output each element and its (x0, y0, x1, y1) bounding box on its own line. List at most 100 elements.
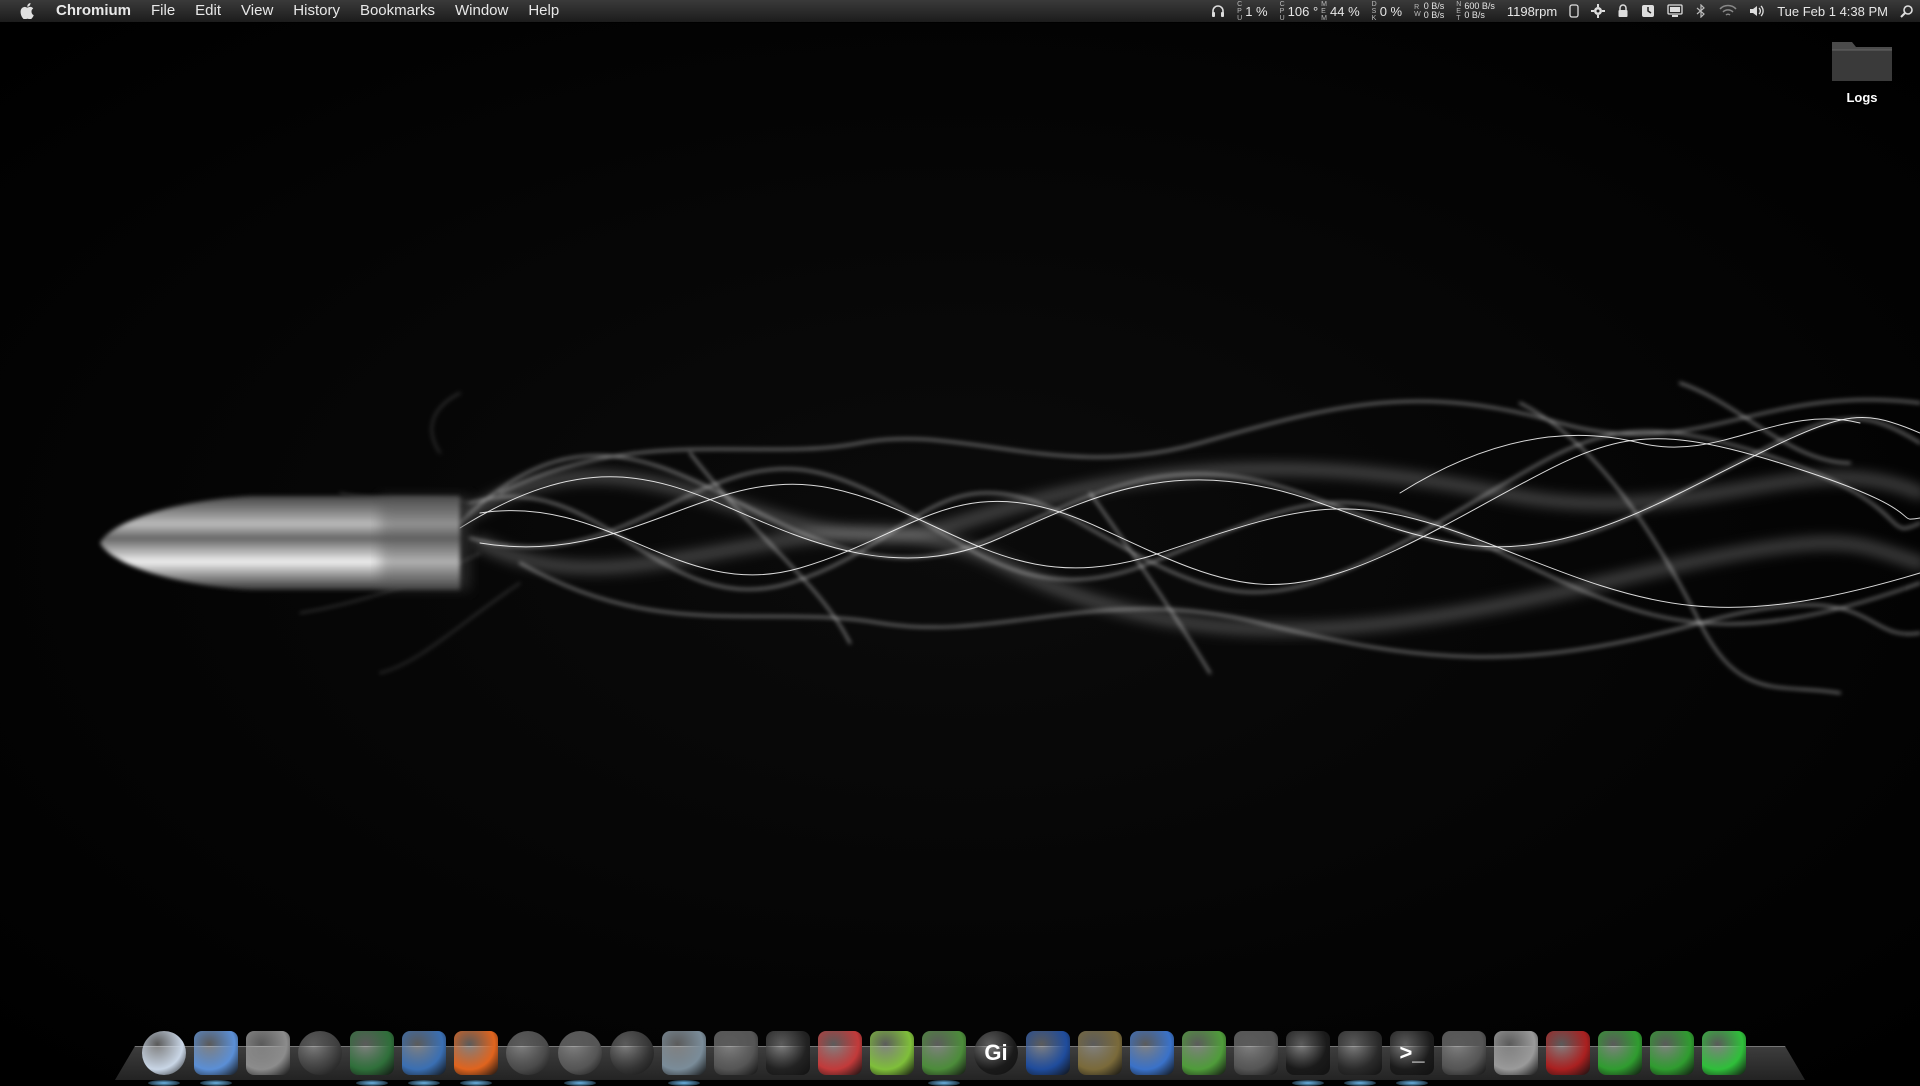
desktop-icon-logs[interactable]: Logs (1822, 34, 1902, 105)
desktop-wallpaper (0, 23, 1920, 1080)
dock-item[interactable] (608, 1026, 656, 1080)
sync-icon (1598, 1031, 1642, 1075)
headphones-icon[interactable] (1205, 4, 1231, 18)
dock-item[interactable] (1076, 1026, 1124, 1080)
running-indicator (1396, 1080, 1428, 1086)
disk-rate-label: RW (1414, 4, 1421, 18)
firefox-icon (454, 1031, 498, 1075)
gear-status-icon[interactable] (1585, 4, 1611, 18)
finder-icon (142, 1031, 186, 1075)
instruments-icon (1442, 1031, 1486, 1075)
network-meter[interactable]: NET 600 B/s 0 B/s (1450, 1, 1501, 22)
menu-view[interactable]: View (231, 0, 283, 22)
temperature-meter[interactable]: CPU 106 ° MEM 44 % (1274, 1, 1366, 22)
cpu-value: 1 % (1245, 3, 1268, 19)
dock-item[interactable] (1440, 1026, 1488, 1080)
folder-icon (1830, 34, 1894, 84)
dock-item[interactable] (1700, 1026, 1748, 1080)
monkey-icon (1078, 1031, 1122, 1075)
display-icon[interactable] (1661, 4, 1689, 18)
dock-item[interactable] (452, 1026, 500, 1086)
dock-item[interactable] (556, 1026, 604, 1086)
dock-item[interactable] (1180, 1026, 1228, 1080)
menu-bookmarks[interactable]: Bookmarks (350, 0, 445, 22)
dock-item[interactable] (348, 1026, 396, 1086)
disk-rate-meter[interactable]: RW 0 B/s 0 B/s (1408, 2, 1450, 20)
system-preferences-icon (246, 1031, 290, 1075)
apple-menu-icon[interactable] (16, 3, 38, 19)
dock-item[interactable] (1232, 1026, 1280, 1080)
dock-item[interactable] (816, 1026, 864, 1080)
lock-icon[interactable] (1611, 4, 1635, 18)
activity-monitor-icon (1286, 1031, 1330, 1075)
running-indicator (1344, 1080, 1376, 1086)
network-rates: 600 B/s 0 B/s (1464, 2, 1495, 20)
desktop-icon-label: Logs (1846, 90, 1878, 105)
dock-item[interactable] (868, 1026, 916, 1080)
volume-icon[interactable] (1743, 4, 1771, 18)
twitter-icon (714, 1031, 758, 1075)
dock-item[interactable]: >_ (1388, 1026, 1436, 1086)
gi-icon-text: Gi (984, 1040, 1008, 1065)
dock-item[interactable] (1544, 1026, 1592, 1080)
download-icon (870, 1031, 914, 1075)
disk-meter[interactable]: DSK 0 % (1366, 1, 1408, 22)
menu-window[interactable]: Window (445, 0, 518, 22)
app-menu[interactable]: Chromium (56, 0, 141, 22)
clock[interactable]: Tue Feb 1 4:38 PM (1771, 4, 1894, 19)
dock-item[interactable] (1128, 1026, 1176, 1080)
menu-history[interactable]: History (283, 0, 350, 22)
gi-icon: Gi (974, 1031, 1018, 1075)
dock-item[interactable] (1024, 1026, 1072, 1080)
cpu-meter[interactable]: CPU 1 % (1231, 1, 1273, 22)
running-indicator (1292, 1080, 1324, 1086)
disk-rate-write: 0 B/s (1423, 10, 1445, 20)
dock-item[interactable] (1648, 1026, 1696, 1080)
cpu-meter-label: CPU (1237, 0, 1243, 22)
spotlight-icon[interactable] (1894, 4, 1920, 18)
dock-item[interactable] (400, 1026, 448, 1086)
wifi-icon[interactable] (1713, 4, 1743, 18)
safari-icon (506, 1031, 550, 1075)
xcode-icon (1130, 1031, 1174, 1075)
dock-item[interactable] (1336, 1026, 1384, 1086)
fan-speed[interactable]: 1198rpm (1501, 4, 1563, 19)
temperature-meter-label: CPU (1279, 0, 1285, 22)
down-arrow-icon (1650, 1031, 1694, 1075)
menu-file[interactable]: File (141, 0, 185, 22)
dock-item[interactable] (1284, 1026, 1332, 1086)
dock-item[interactable]: Gi (972, 1026, 1020, 1080)
dock-item[interactable] (192, 1026, 240, 1086)
running-indicator (460, 1080, 492, 1086)
documents-icon (1494, 1031, 1538, 1075)
menu-edit[interactable]: Edit (185, 0, 231, 22)
dock-item[interactable] (712, 1026, 760, 1080)
dock-item[interactable] (244, 1026, 292, 1080)
dock-item[interactable] (764, 1026, 812, 1080)
console-icon (1234, 1031, 1278, 1075)
running-indicator (928, 1080, 960, 1086)
dock-item[interactable] (1492, 1026, 1540, 1080)
running-indicator (200, 1080, 232, 1086)
writer-icon (1026, 1031, 1070, 1075)
numbers-icon (1182, 1031, 1226, 1075)
bluetooth-icon[interactable] (1689, 4, 1713, 18)
terminal-icon-text: >_ (1399, 1040, 1425, 1065)
disk-meter-label: DSK (1371, 0, 1377, 22)
network-rate-out: 0 B/s (1464, 10, 1485, 20)
memory-value: 44 % (1330, 3, 1360, 19)
dock-item[interactable] (920, 1026, 968, 1086)
itunes-icon (558, 1031, 602, 1075)
adium-icon (766, 1031, 810, 1075)
app-store-icon (298, 1031, 342, 1075)
transmit-icon (818, 1031, 862, 1075)
phone-icon[interactable] (1563, 4, 1585, 18)
dock-item[interactable] (296, 1026, 344, 1080)
dock-item[interactable] (660, 1026, 708, 1086)
dock-item[interactable] (140, 1026, 188, 1086)
activity-graph-icon (1338, 1031, 1382, 1075)
time-machine-icon[interactable] (1635, 4, 1661, 18)
dock-item[interactable] (1596, 1026, 1644, 1080)
menu-help[interactable]: Help (518, 0, 569, 22)
dock-item[interactable] (504, 1026, 552, 1080)
